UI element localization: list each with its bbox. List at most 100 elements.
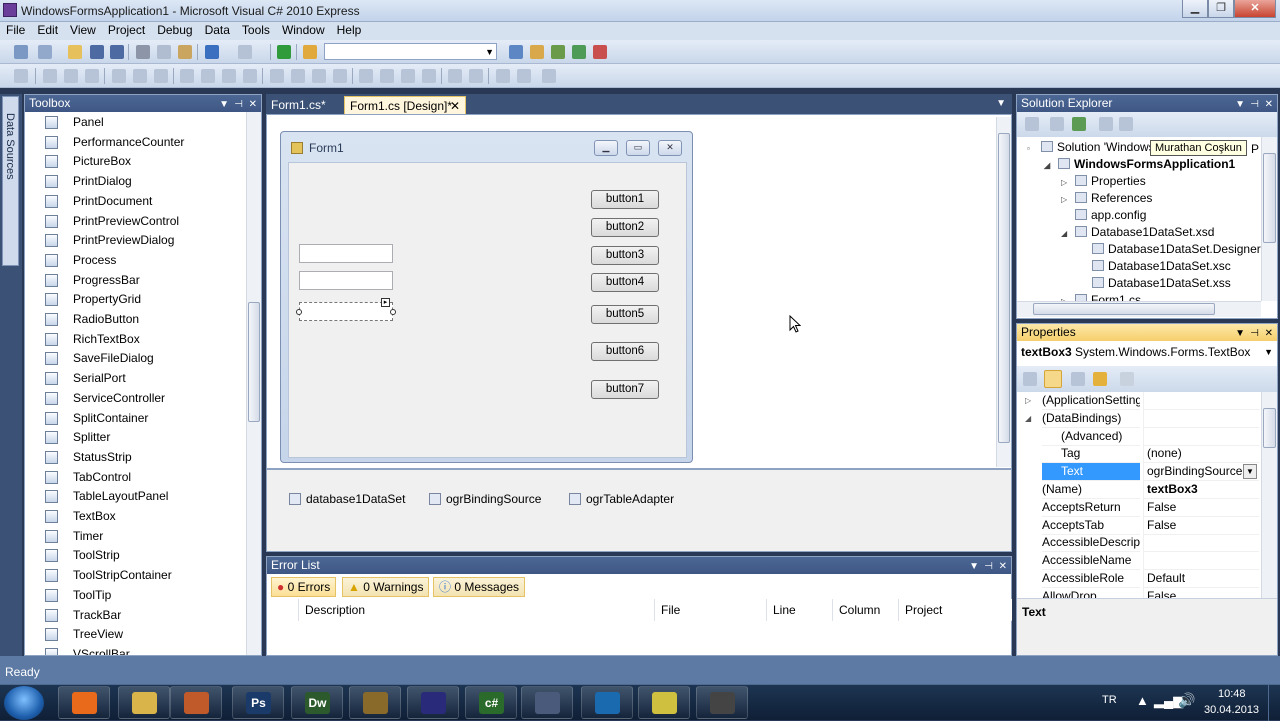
toolbox-item[interactable]: PrintPreviewControl — [25, 212, 247, 231]
toolbox-item[interactable]: ProgressBar — [25, 271, 247, 290]
toolbox-item[interactable]: SplitContainer — [25, 409, 247, 428]
property-row[interactable]: ◢ (DataBindings) — [1017, 409, 1259, 428]
expander-icon[interactable]: ▷ — [1061, 195, 1075, 204]
save-all-icon[interactable] — [110, 45, 124, 59]
errors-filter-button[interactable]: ● 0 Errors — [271, 577, 337, 597]
smart-tag-icon[interactable]: ▸ — [381, 298, 390, 307]
align-lefts-icon[interactable] — [43, 69, 57, 83]
start-button[interactable] — [4, 686, 44, 720]
minimize-button[interactable]: ▁ — [1182, 0, 1208, 18]
toolbox-item[interactable]: ToolStrip — [25, 546, 247, 565]
pin-icon[interactable]: ⊣ — [234, 96, 243, 113]
properties-view-icon[interactable] — [1071, 372, 1085, 386]
close-icon[interactable]: ✕ — [1265, 96, 1273, 113]
taskbar-app-media[interactable] — [170, 686, 222, 719]
toolbox-item[interactable]: PerformanceCounter — [25, 133, 247, 152]
toolbox-item[interactable]: Panel — [25, 113, 247, 132]
toolbox-item[interactable]: Timer — [25, 527, 247, 546]
dropdown-icon[interactable]: ▼ — [969, 558, 979, 575]
expander-icon[interactable]: ◢ — [1025, 410, 1031, 427]
align-centers-icon[interactable] — [64, 69, 78, 83]
object-browser-icon[interactable] — [551, 45, 565, 59]
taskbar-app-dw[interactable]: Dw — [291, 686, 343, 719]
find-in-files-icon[interactable] — [303, 45, 317, 59]
button4[interactable]: button4 — [591, 273, 659, 292]
close-button[interactable]: ✕ — [1234, 0, 1276, 18]
same-height-icon[interactable] — [201, 69, 215, 83]
categorized-icon[interactable] — [1023, 372, 1037, 386]
property-value[interactable] — [1143, 427, 1259, 446]
textbox1[interactable] — [299, 244, 393, 263]
align-tops-icon[interactable] — [112, 69, 126, 83]
menu-view[interactable]: View — [64, 22, 102, 39]
expander-icon[interactable]: ▷ — [1061, 178, 1075, 187]
property-row[interactable]: Tag (none) — [1017, 445, 1259, 464]
chevron-down-icon[interactable]: ▼ — [1243, 464, 1257, 480]
column-file[interactable]: File — [655, 599, 767, 621]
property-row[interactable]: AccessibleName — [1017, 552, 1259, 571]
cut-icon[interactable] — [136, 45, 150, 59]
pin-icon[interactable]: ⊣ — [1250, 96, 1259, 113]
chevron-down-icon[interactable]: ▼ — [1264, 342, 1273, 362]
property-row[interactable]: ▷ (ApplicationSettings) — [1017, 392, 1259, 410]
remove-h-spacing-icon[interactable] — [333, 69, 347, 83]
scroll-thumb[interactable] — [998, 133, 1010, 443]
toolbox-item[interactable]: StatusStrip — [25, 448, 247, 467]
menu-file[interactable]: File — [0, 22, 31, 39]
solution-tree-item[interactable]: ◢ Database1DataSet.xsd — [1061, 225, 1214, 239]
toolbox-item[interactable]: ToolStripContainer — [25, 566, 247, 585]
tab-form1-design[interactable]: Form1.cs [Design]* ✕ — [344, 96, 466, 114]
taskbar-app-globe[interactable] — [407, 686, 459, 719]
taskbar-app-vbox[interactable] — [521, 686, 573, 719]
start-debugging-icon[interactable] — [277, 45, 291, 59]
expander-icon[interactable]: ▷ — [1025, 392, 1031, 409]
toolbox-item[interactable]: Splitter — [25, 428, 247, 447]
column-description[interactable]: Description — [299, 599, 655, 621]
refresh-icon[interactable] — [1072, 117, 1086, 131]
pin-icon[interactable]: ⊣ — [984, 558, 993, 575]
menu-project[interactable]: Project — [102, 22, 151, 39]
form1-window[interactable]: Form1 ▁ ▭ ✕ button1 button2 button3 butt… — [280, 131, 693, 463]
expander-icon[interactable]: ◢ — [1044, 161, 1058, 170]
doc-dropdown-icon[interactable]: ▼ — [996, 98, 1006, 109]
property-pages-icon[interactable] — [1120, 372, 1134, 386]
taskbar-app-firefox[interactable] — [58, 686, 110, 719]
expander-icon[interactable]: ◢ — [1061, 229, 1075, 238]
property-value[interactable] — [1143, 552, 1259, 571]
messages-filter-button[interactable]: ⓘ 0 Messages — [433, 577, 526, 597]
solution-vscroll[interactable] — [1261, 137, 1277, 301]
show-desktop-button[interactable] — [1268, 685, 1280, 721]
ogrbindingsource-component[interactable]: ogrBindingSource — [429, 492, 541, 506]
align-rights-icon[interactable] — [85, 69, 99, 83]
object-selector[interactable]: textBox3 System.Windows.Forms.TextBox ▼ — [1017, 342, 1277, 362]
column-line[interactable]: Line — [767, 599, 833, 621]
toolbox-item[interactable]: PropertyGrid — [25, 290, 247, 309]
close-icon[interactable]: ✕ — [249, 96, 257, 113]
align-bottoms-icon[interactable] — [154, 69, 168, 83]
dropdown-icon[interactable]: ▼ — [1235, 96, 1245, 113]
menu-help[interactable]: Help — [331, 22, 368, 39]
toolbox-item[interactable]: TreeView — [25, 625, 247, 644]
toolbox-item[interactable]: SerialPort — [25, 369, 247, 388]
toolbox-item[interactable]: SaveFileDialog — [25, 349, 247, 368]
redo-icon[interactable] — [238, 45, 252, 59]
clock-time[interactable]: 10:48 — [1218, 688, 1246, 700]
toolbox-item[interactable]: PictureBox — [25, 152, 247, 171]
resize-handle-left[interactable] — [296, 309, 302, 315]
language-indicator[interactable]: TR — [1102, 694, 1117, 706]
size-to-grid-icon[interactable] — [243, 69, 257, 83]
toolbox-item[interactable]: ToolTip — [25, 586, 247, 605]
property-row[interactable]: AcceptsTab False — [1017, 516, 1259, 535]
increase-v-spacing-icon[interactable] — [380, 69, 394, 83]
database1dataset-component[interactable]: database1DataSet — [289, 492, 405, 506]
center-horizontally-icon[interactable] — [448, 69, 462, 83]
toolbox-item[interactable]: Process — [25, 251, 247, 270]
property-value[interactable]: False — [1143, 587, 1259, 598]
toolbox-item[interactable]: PrintDocument — [25, 192, 247, 211]
same-size-icon[interactable] — [222, 69, 236, 83]
solution-tree-item[interactable]: ▷ Properties — [1061, 174, 1146, 188]
close-icon[interactable]: ✕ — [999, 558, 1007, 575]
clock-date[interactable]: 30.04.2013 — [1204, 704, 1259, 716]
close-tab-icon[interactable]: ✕ — [450, 99, 460, 113]
column-project[interactable]: Project — [899, 599, 1011, 621]
